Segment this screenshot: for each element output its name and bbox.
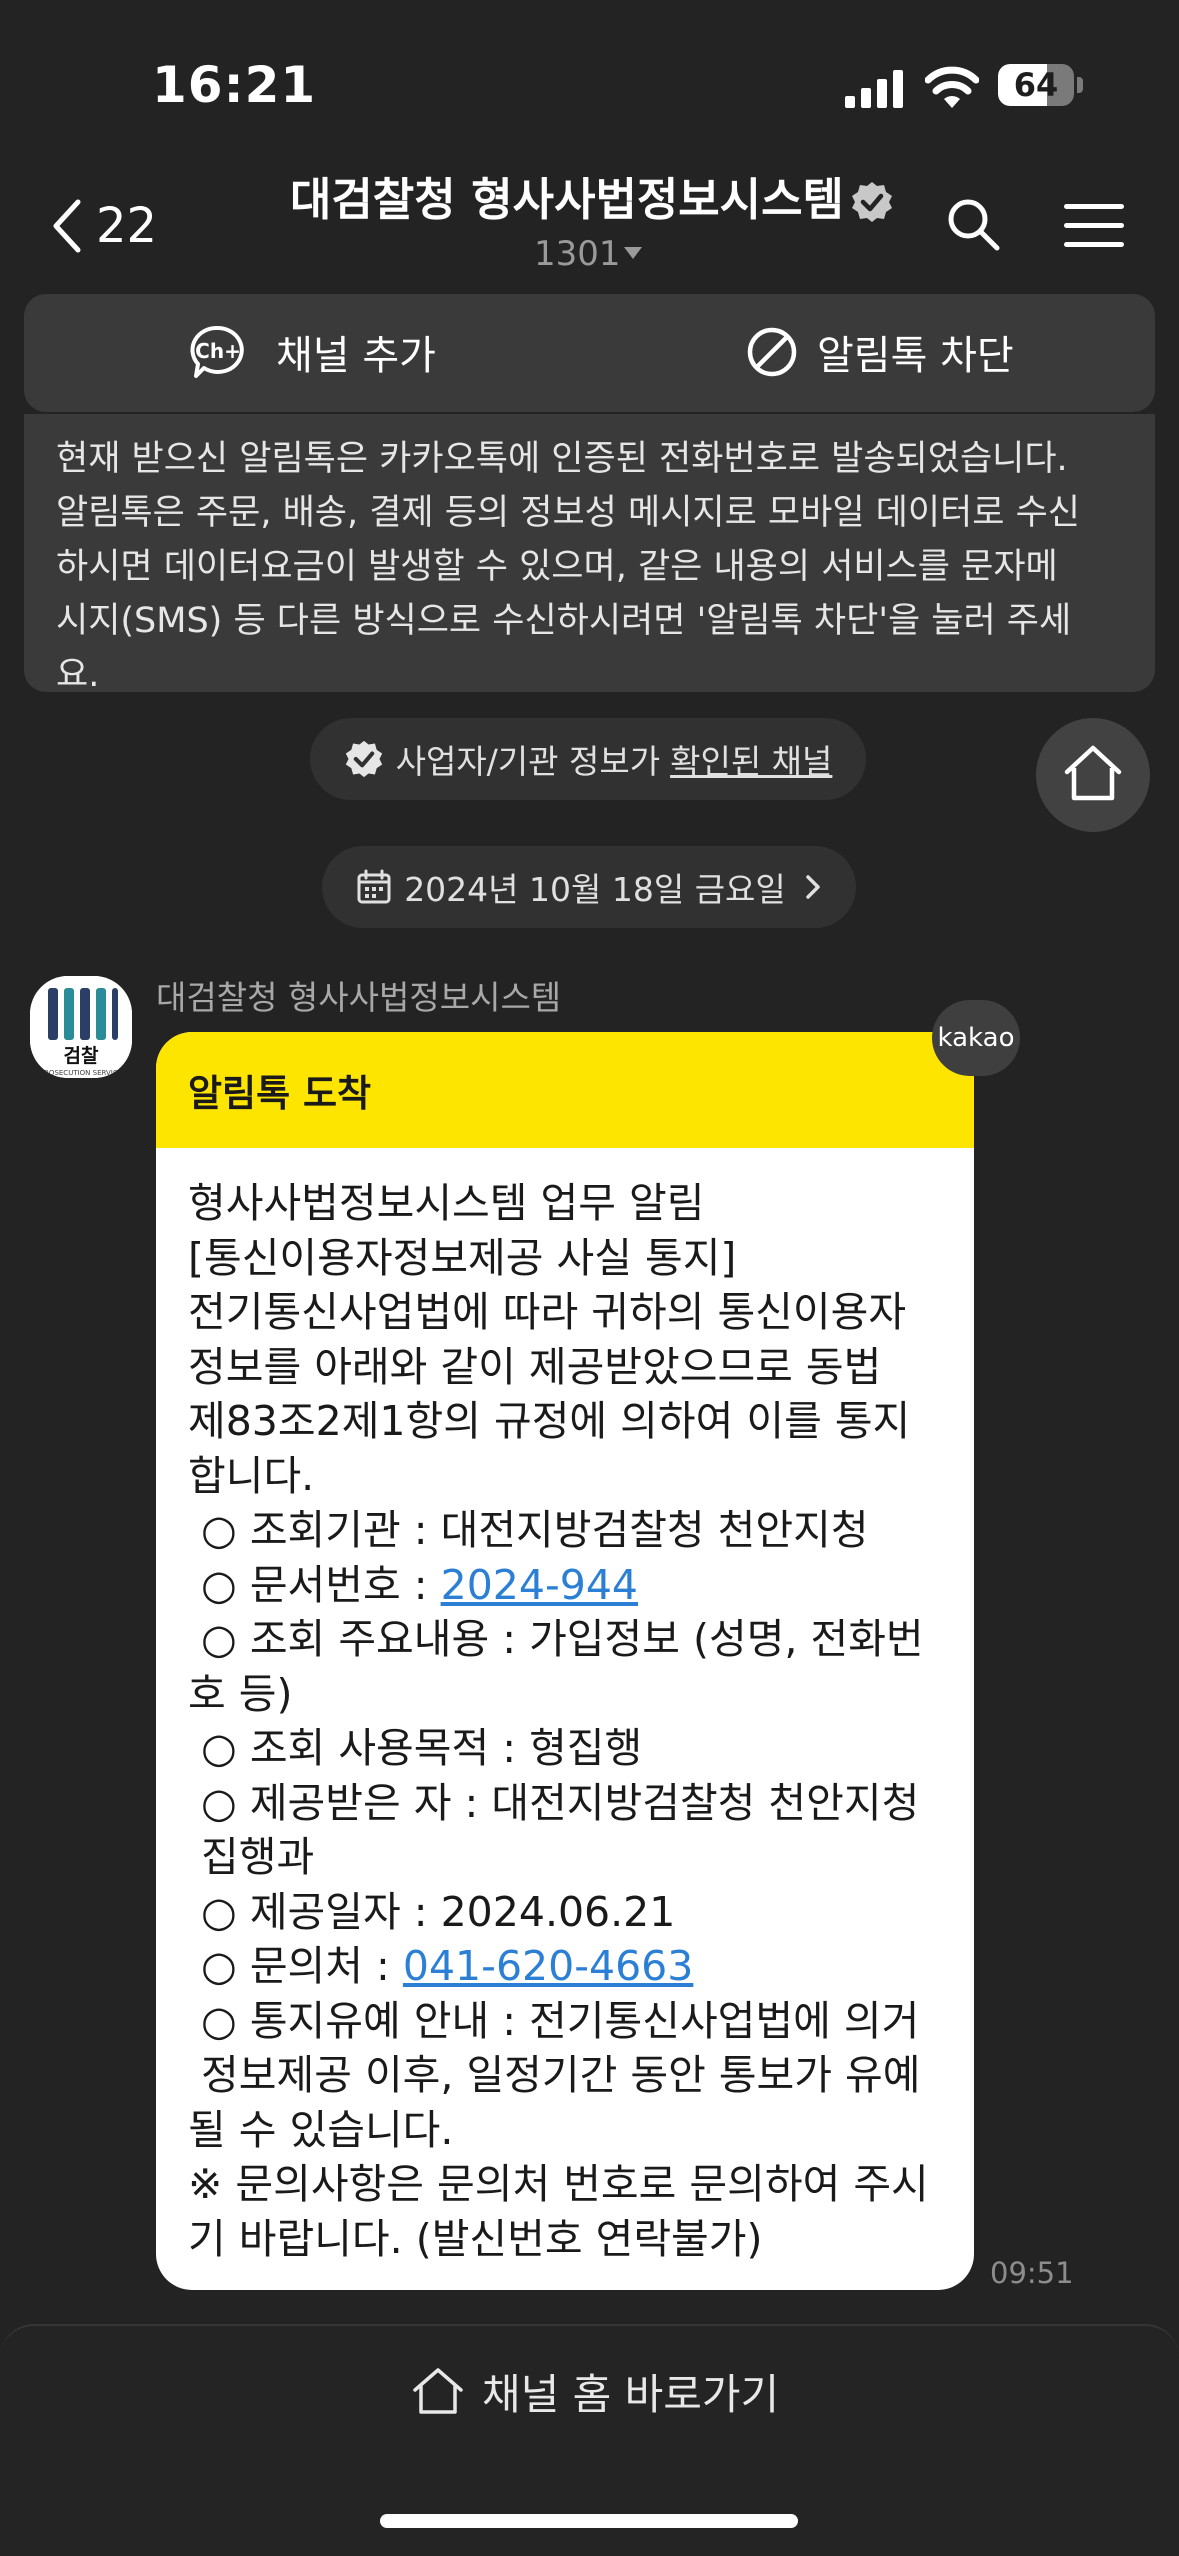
message-line: ○ 통지유예 안내 : 전기통신사업법에 의거 bbox=[188, 1996, 920, 2045]
message-timestamp: 09:51 bbox=[990, 2256, 1074, 2290]
bubble-header-title: 알림톡 도착 bbox=[188, 1072, 372, 1115]
message-line: 기 바랍니다. (발신번호 연락불가) bbox=[188, 2214, 763, 2263]
block-alimtalk-button[interactable]: 알림톡 차단 bbox=[745, 322, 1014, 382]
home-indicator[interactable] bbox=[380, 2514, 798, 2528]
sender-name: 대검찰청 형사사법정보시스템 bbox=[156, 978, 562, 1017]
date-text: 2024년 10월 18일 금요일 bbox=[404, 870, 786, 909]
notice-line: 하시면 데이터요금이 발생할 수 있으며, 같은 내용의 서비스를 문자메 bbox=[56, 547, 1058, 587]
battery-percent: 64 bbox=[1013, 66, 1059, 104]
alimtalk-notice: 현재 받으신 알림톡은 카카오톡에 인증된 전화번호로 발송되었습니다. 알림톡… bbox=[24, 414, 1155, 695]
status-time: 16:21 bbox=[152, 56, 317, 114]
block-alimtalk-label: 알림톡 차단 bbox=[817, 333, 1014, 379]
notice-line: 요. bbox=[56, 655, 100, 695]
bubble-header: 알림톡 도착 bbox=[156, 1032, 974, 1148]
message-line: 정보제공 이후, 일정기간 동안 통보가 유예 bbox=[188, 2051, 921, 2099]
battery-indicator: 64 bbox=[998, 64, 1083, 106]
notice-line: 알림톡은 주문, 배송, 결제 등의 정보성 메시지로 모바일 데이터로 수신 bbox=[56, 493, 1080, 533]
message-line: ○ 제공일자 : 2024.06.21 bbox=[188, 1887, 676, 1936]
notice-line: 시지(SMS) 등 다른 방식으로 수신하시려면 '알림톡 차단'을 눌러 주세 bbox=[56, 601, 1072, 641]
back-unread-count[interactable]: 22 bbox=[96, 196, 157, 256]
search-icon[interactable] bbox=[945, 196, 1001, 252]
channel-add-icon: Ch+ bbox=[190, 325, 244, 378]
channel-home-button[interactable] bbox=[1036, 718, 1150, 832]
verified-channel-pill[interactable]: 사업자/기관 정보가 확인된 채널 bbox=[310, 718, 866, 800]
home-icon bbox=[413, 2368, 463, 2414]
wifi-icon bbox=[925, 66, 979, 108]
sender-avatar[interactable]: 검찰 PROSECUTION SERVICE bbox=[30, 976, 132, 1078]
verified-check-icon bbox=[345, 740, 382, 778]
verified-channel-link[interactable]: 확인된 채널 bbox=[670, 735, 832, 783]
message-line: 제83조2제1항의 규정에 의하여 이를 통지 bbox=[188, 1397, 911, 1445]
message-line: ○ 문의처 : 041-620-4663 bbox=[188, 1939, 942, 1994]
avatar-sublabel: PROSECUTION SERVICE bbox=[40, 1069, 122, 1077]
message-line: ○ 조회 사용목적 : 형집행 bbox=[188, 1724, 643, 1772]
doc-number-label: ○ 문서번호 : bbox=[188, 1560, 441, 1609]
verified-badge-icon bbox=[852, 182, 892, 222]
home-icon bbox=[1064, 745, 1122, 801]
message-line: ○ 제공받은 자 : 대전지방검찰청 천안지청 bbox=[188, 1778, 920, 1827]
chevron-right-icon bbox=[806, 875, 820, 899]
message-line: 될 수 있습니다. bbox=[188, 2105, 454, 2154]
menu-icon[interactable] bbox=[1064, 202, 1124, 250]
channel-home-shortcut-button[interactable]: 채널 홈 바로가기 bbox=[412, 2356, 779, 2426]
message-line: [통신이용자정보제공 사실 통지] bbox=[188, 1233, 737, 1282]
channel-add-icon-text: Ch+ bbox=[195, 339, 241, 363]
message-body: 형사사법정보시스템 업무 알림 [통신이용자정보제공 사실 통지] 전기통신사업… bbox=[156, 1148, 974, 2266]
add-channel-label: 채널 추가 bbox=[276, 333, 436, 379]
message-line: ○ 조회기관 : 대전지방검찰청 천안지청 bbox=[188, 1506, 869, 1554]
message-line: 전기통신사업법에 따라 귀하의 통신이용자 bbox=[188, 1288, 907, 1336]
message-line: ○ 문서번호 : 2024-944 bbox=[188, 1558, 942, 1613]
notice-line: 현재 받으신 알림톡은 카카오톡에 인증된 전화번호로 발송되었습니다. bbox=[56, 439, 1068, 479]
avatar-label: 검찰 bbox=[64, 1045, 99, 1067]
kakao-badge: kakao bbox=[932, 1000, 1020, 1076]
prosecution-logo-icon: 검찰 PROSECUTION SERVICE bbox=[30, 976, 132, 1078]
contact-label: ○ 문의처 : bbox=[188, 1942, 403, 1990]
calendar-icon bbox=[357, 869, 391, 904]
cellular-signal-icon bbox=[845, 70, 903, 108]
channel-subscriber-count[interactable]: 1301 bbox=[534, 232, 621, 276]
block-icon bbox=[747, 327, 797, 377]
alimtalk-message-bubble[interactable]: 알림톡 도착 형사사법정보시스템 업무 알림 [통신이용자정보제공 사실 통지]… bbox=[156, 1032, 974, 2290]
message-line: 합니다. bbox=[188, 1451, 315, 1500]
channel-home-shortcut-label: 채널 홈 바로가기 bbox=[482, 2369, 780, 2419]
message-line: ※ 문의사항은 문의처 번호로 문의하여 주시 bbox=[188, 2160, 929, 2208]
message-line: 호 등) bbox=[188, 1669, 293, 1718]
verified-pill-text: 사업자/기관 정보가 bbox=[395, 742, 661, 781]
add-channel-button[interactable]: Ch+ 채널 추가 bbox=[190, 322, 436, 382]
message-line: 형사사법정보시스템 업무 알림 bbox=[188, 1179, 705, 1227]
doc-number-link[interactable]: 2024-944 bbox=[441, 1561, 638, 1609]
message-line: 정보를 아래와 같이 제공받았으므로 동법 bbox=[188, 1342, 882, 1391]
message-line: ○ 조회 주요내용 : 가입정보 (성명, 전화번 bbox=[188, 1615, 924, 1663]
contact-phone-link[interactable]: 041-620-4663 bbox=[403, 1942, 693, 1990]
caret-down-icon[interactable] bbox=[624, 247, 642, 259]
back-arrow-icon[interactable] bbox=[48, 196, 86, 256]
message-line: 집행과 bbox=[188, 1833, 315, 1881]
channel-title[interactable]: 대검찰청 형사사법정보시스템 bbox=[290, 170, 844, 230]
date-divider[interactable]: 2024년 10월 18일 금요일 bbox=[322, 846, 856, 928]
